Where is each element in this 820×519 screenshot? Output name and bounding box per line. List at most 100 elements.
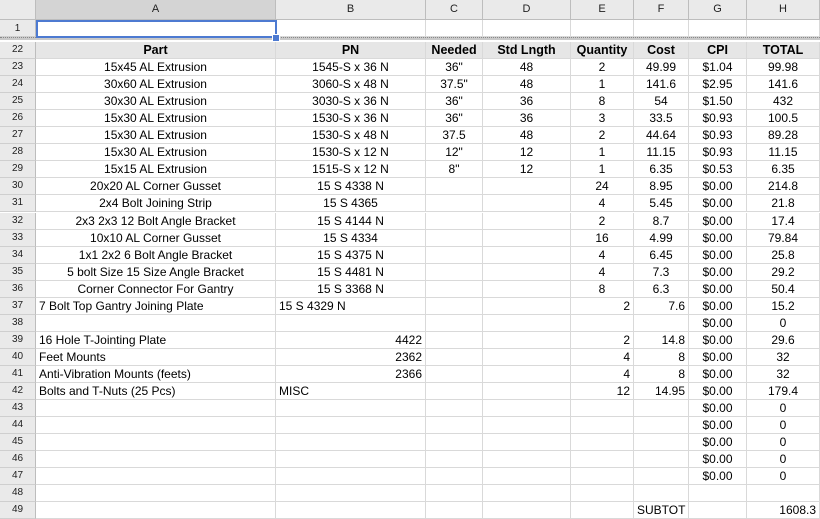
cell-b26[interactable]: 1530-S x 36 N [276, 110, 426, 128]
cell-e31[interactable]: 4 [571, 195, 634, 213]
cell-a46[interactable] [36, 451, 276, 469]
cell-h41[interactable]: 32 [747, 365, 820, 383]
cell-d34[interactable] [483, 246, 571, 264]
cell-c24[interactable]: 37.5" [426, 76, 483, 94]
cell-b44[interactable] [276, 417, 426, 435]
cell-f30[interactable]: 8.95 [634, 178, 689, 196]
cell-e42[interactable]: 12 [571, 383, 634, 401]
cell-g23[interactable]: $1.04 [689, 59, 747, 77]
cell-a36[interactable]: Corner Connector For Gantry [36, 280, 276, 298]
cell-b39[interactable]: 4422 [276, 331, 426, 349]
cell-d48[interactable] [483, 485, 571, 503]
row-header-34[interactable]: 34 [0, 246, 36, 264]
cell-d39[interactable] [483, 331, 571, 349]
cell-d46[interactable] [483, 451, 571, 469]
cell-b1[interactable] [276, 20, 426, 37]
cell-e32[interactable]: 2 [571, 212, 634, 230]
cell-f49[interactable]: SUBTOT [634, 502, 689, 519]
cell-e47[interactable] [571, 468, 634, 486]
cell-d38[interactable] [483, 314, 571, 332]
cell-c23[interactable]: 36" [426, 59, 483, 77]
cell-g37[interactable]: $0.00 [689, 297, 747, 315]
row-header-30[interactable]: 30 [0, 178, 36, 196]
cell-h27[interactable]: 89.28 [747, 127, 820, 145]
cell-h32[interactable]: 17.4 [747, 212, 820, 230]
cell-e43[interactable] [571, 400, 634, 418]
cell-f44[interactable] [634, 417, 689, 435]
cell-c49[interactable] [426, 502, 483, 519]
cell-a37[interactable]: 7 Bolt Top Gantry Joining Plate [36, 297, 276, 315]
cell-b49[interactable] [276, 502, 426, 519]
cell-b41[interactable]: 2366 [276, 365, 426, 383]
cell-h47[interactable]: 0 [747, 468, 820, 486]
cell-e29[interactable]: 1 [571, 161, 634, 179]
cell-b28[interactable]: 1530-S x 12 N [276, 144, 426, 162]
cell-h42[interactable]: 179.4 [747, 383, 820, 401]
cell-d49[interactable] [483, 502, 571, 519]
column-title-needed[interactable]: Needed [426, 42, 483, 60]
cell-e26[interactable]: 3 [571, 110, 634, 128]
cell-e46[interactable] [571, 451, 634, 469]
row-header-39[interactable]: 39 [0, 331, 36, 349]
cell-d40[interactable] [483, 348, 571, 366]
cell-c1[interactable] [426, 20, 483, 37]
cell-e37[interactable]: 2 [571, 297, 634, 315]
cell-e49[interactable] [571, 502, 634, 519]
selected-cell-A1[interactable] [36, 20, 277, 38]
cell-a32[interactable]: 2x3 2x3 12 Bolt Angle Bracket [36, 212, 276, 230]
cell-h40[interactable]: 32 [747, 348, 820, 366]
cell-a27[interactable]: 15x30 AL Extrusion [36, 127, 276, 145]
cell-e34[interactable]: 4 [571, 246, 634, 264]
cell-c46[interactable] [426, 451, 483, 469]
cell-g33[interactable]: $0.00 [689, 229, 747, 247]
cell-f40[interactable]: 8 [634, 348, 689, 366]
select-all-corner[interactable] [0, 0, 36, 20]
cell-b31[interactable]: 15 S 4365 [276, 195, 426, 213]
cell-f47[interactable] [634, 468, 689, 486]
row-header-48[interactable]: 48 [0, 485, 36, 503]
cell-d42[interactable] [483, 383, 571, 401]
cell-b47[interactable] [276, 468, 426, 486]
cell-g44[interactable]: $0.00 [689, 417, 747, 435]
cell-b29[interactable]: 1515-S x 12 N [276, 161, 426, 179]
cell-a42[interactable]: Bolts and T-Nuts (25 Pcs) [36, 383, 276, 401]
cell-h23[interactable]: 99.98 [747, 59, 820, 77]
cell-g42[interactable]: $0.00 [689, 383, 747, 401]
cell-c37[interactable] [426, 297, 483, 315]
cell-e23[interactable]: 2 [571, 59, 634, 77]
row-header-37[interactable]: 37 [0, 297, 36, 315]
cell-f27[interactable]: 44.64 [634, 127, 689, 145]
cell-d31[interactable] [483, 195, 571, 213]
cell-a48[interactable] [36, 485, 276, 503]
cell-h26[interactable]: 100.5 [747, 110, 820, 128]
row-header-47[interactable]: 47 [0, 468, 36, 486]
cell-d35[interactable] [483, 263, 571, 281]
cell-b46[interactable] [276, 451, 426, 469]
cell-f43[interactable] [634, 400, 689, 418]
cell-c27[interactable]: 37.5 [426, 127, 483, 145]
cell-a43[interactable] [36, 400, 276, 418]
column-header-a[interactable]: A [36, 0, 276, 20]
column-header-g[interactable]: G [689, 0, 747, 20]
row-header-26[interactable]: 26 [0, 110, 36, 128]
cell-h48[interactable] [747, 485, 820, 503]
cell-f1[interactable] [634, 20, 689, 37]
row-header-45[interactable]: 45 [0, 434, 36, 452]
cell-e1[interactable] [571, 20, 634, 37]
cell-f32[interactable]: 8.7 [634, 212, 689, 230]
cell-h30[interactable]: 214.8 [747, 178, 820, 196]
column-header-c[interactable]: C [426, 0, 483, 20]
cell-h46[interactable]: 0 [747, 451, 820, 469]
cell-e39[interactable]: 2 [571, 331, 634, 349]
cell-c40[interactable] [426, 348, 483, 366]
row-header-28[interactable]: 28 [0, 144, 36, 162]
cell-h38[interactable]: 0 [747, 314, 820, 332]
cell-h44[interactable]: 0 [747, 417, 820, 435]
cell-e28[interactable]: 1 [571, 144, 634, 162]
cell-g31[interactable]: $0.00 [689, 195, 747, 213]
row-header-29[interactable]: 29 [0, 161, 36, 179]
cell-f38[interactable] [634, 314, 689, 332]
row-header-38[interactable]: 38 [0, 314, 36, 332]
cell-g38[interactable]: $0.00 [689, 314, 747, 332]
cell-a49[interactable] [36, 502, 276, 519]
